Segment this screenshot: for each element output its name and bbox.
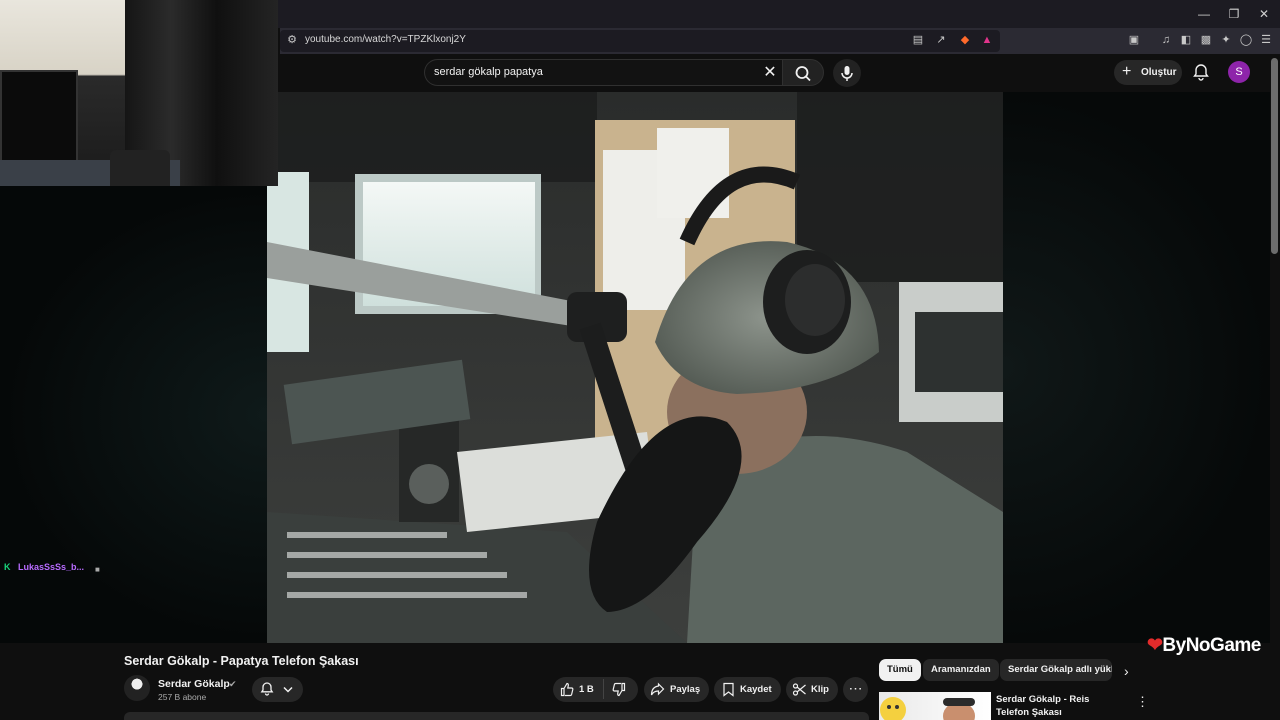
- like-count[interactable]: 1 B: [579, 684, 594, 695]
- chip-from-search[interactable]: Aramanızdan: [923, 659, 999, 681]
- related-video-thumbnail[interactable]: [879, 692, 991, 720]
- voice-search-button[interactable]: [833, 59, 861, 87]
- plus-icon: +: [1122, 63, 1132, 80]
- chip-all[interactable]: Tümü: [879, 659, 921, 681]
- video-still-image: [267, 92, 1003, 643]
- watermark-text: ByNoGame: [1162, 635, 1261, 656]
- music-icon[interactable]: ♫: [1158, 32, 1174, 48]
- url-text: youtube.com/watch?v=TPZKlxonj2Y: [305, 34, 466, 45]
- scissors-icon: [792, 682, 807, 702]
- video-frame[interactable]: [267, 92, 1003, 643]
- ai-icon[interactable]: ✦: [1218, 32, 1234, 48]
- channel-avatar[interactable]: [124, 675, 150, 701]
- share-page-icon[interactable]: ↗: [933, 32, 949, 48]
- search-button[interactable]: [782, 59, 824, 86]
- channel-name[interactable]: Serdar Gökalp: [158, 678, 230, 690]
- search-icon: [795, 66, 811, 82]
- bynogame-logo-icon: ❤: [1147, 635, 1163, 656]
- chat-emote-icon: ■: [95, 565, 100, 574]
- bookmark-icon: [721, 682, 736, 702]
- chip-channel-uploads[interactable]: Serdar Gökalp adlı yükle: [1000, 659, 1112, 681]
- save-label: Kaydet: [740, 684, 772, 695]
- clear-search-icon[interactable]: ✕: [760, 63, 780, 83]
- subscriber-count: 257 B abone: [158, 692, 207, 702]
- menu-icon[interactable]: ☰: [1258, 32, 1274, 48]
- notifications-bell-icon[interactable]: [1192, 63, 1210, 81]
- shield-icon[interactable]: ◆: [957, 32, 973, 48]
- search-value: serdar gökalp papatya: [434, 66, 543, 78]
- bynogame-watermark: ❤ByNoGame: [1147, 634, 1261, 657]
- close-icon[interactable]: ✕: [1256, 6, 1272, 22]
- cast-icon[interactable]: ▤: [910, 32, 926, 48]
- thumbs-down-icon[interactable]: [611, 682, 626, 702]
- like-divider: [603, 679, 604, 699]
- share-label: Paylaş: [670, 684, 701, 695]
- subscribed-notifications-button[interactable]: [252, 677, 303, 702]
- restore-icon[interactable]: ❐: [1226, 6, 1242, 22]
- site-info-icon[interactable]: ⚙: [284, 32, 300, 48]
- wallet-icon[interactable]: ▩: [1198, 32, 1214, 48]
- thumbs-up-icon[interactable]: [560, 682, 575, 702]
- account-avatar[interactable]: S: [1228, 61, 1250, 83]
- sidebar-icon[interactable]: ◧: [1178, 32, 1194, 48]
- clip-label: Klip: [811, 684, 829, 695]
- kebab-menu-icon[interactable]: ⋮: [1136, 694, 1149, 710]
- video-title: Serdar Gökalp - Papatya Telefon Şakası: [124, 654, 359, 668]
- verified-icon: ✔: [229, 679, 237, 689]
- vpn-icon[interactable]: ◯: [1238, 32, 1254, 48]
- player-ambient-left: [0, 186, 267, 643]
- page-scrollbar[interactable]: [1271, 58, 1278, 254]
- kick-badge-icon: K: [4, 562, 11, 572]
- share-icon: [650, 682, 665, 702]
- more-actions-icon[interactable]: ⋯: [843, 677, 868, 702]
- microphone-icon: [841, 66, 853, 81]
- rewards-icon[interactable]: ▲: [979, 32, 995, 48]
- chevron-down-icon: [283, 686, 293, 693]
- bell-icon: [260, 682, 274, 696]
- webcam-chair: [110, 150, 170, 186]
- streamer-webcam: [0, 0, 278, 186]
- tab-search-icon[interactable]: ▣: [1126, 32, 1142, 48]
- description-box[interactable]: [124, 712, 869, 720]
- webcam-monitor: [0, 70, 78, 165]
- player-ambient-right: [1003, 92, 1270, 643]
- chat-username: LukasSsSs_b...: [18, 562, 85, 572]
- chevron-right-icon[interactable]: ›: [1124, 663, 1129, 679]
- create-label: Oluştur: [1141, 67, 1177, 78]
- minimize-icon[interactable]: —: [1196, 6, 1212, 22]
- related-video-title[interactable]: Serdar Gökalp - Reis Telefon Şakası: [996, 693, 1121, 719]
